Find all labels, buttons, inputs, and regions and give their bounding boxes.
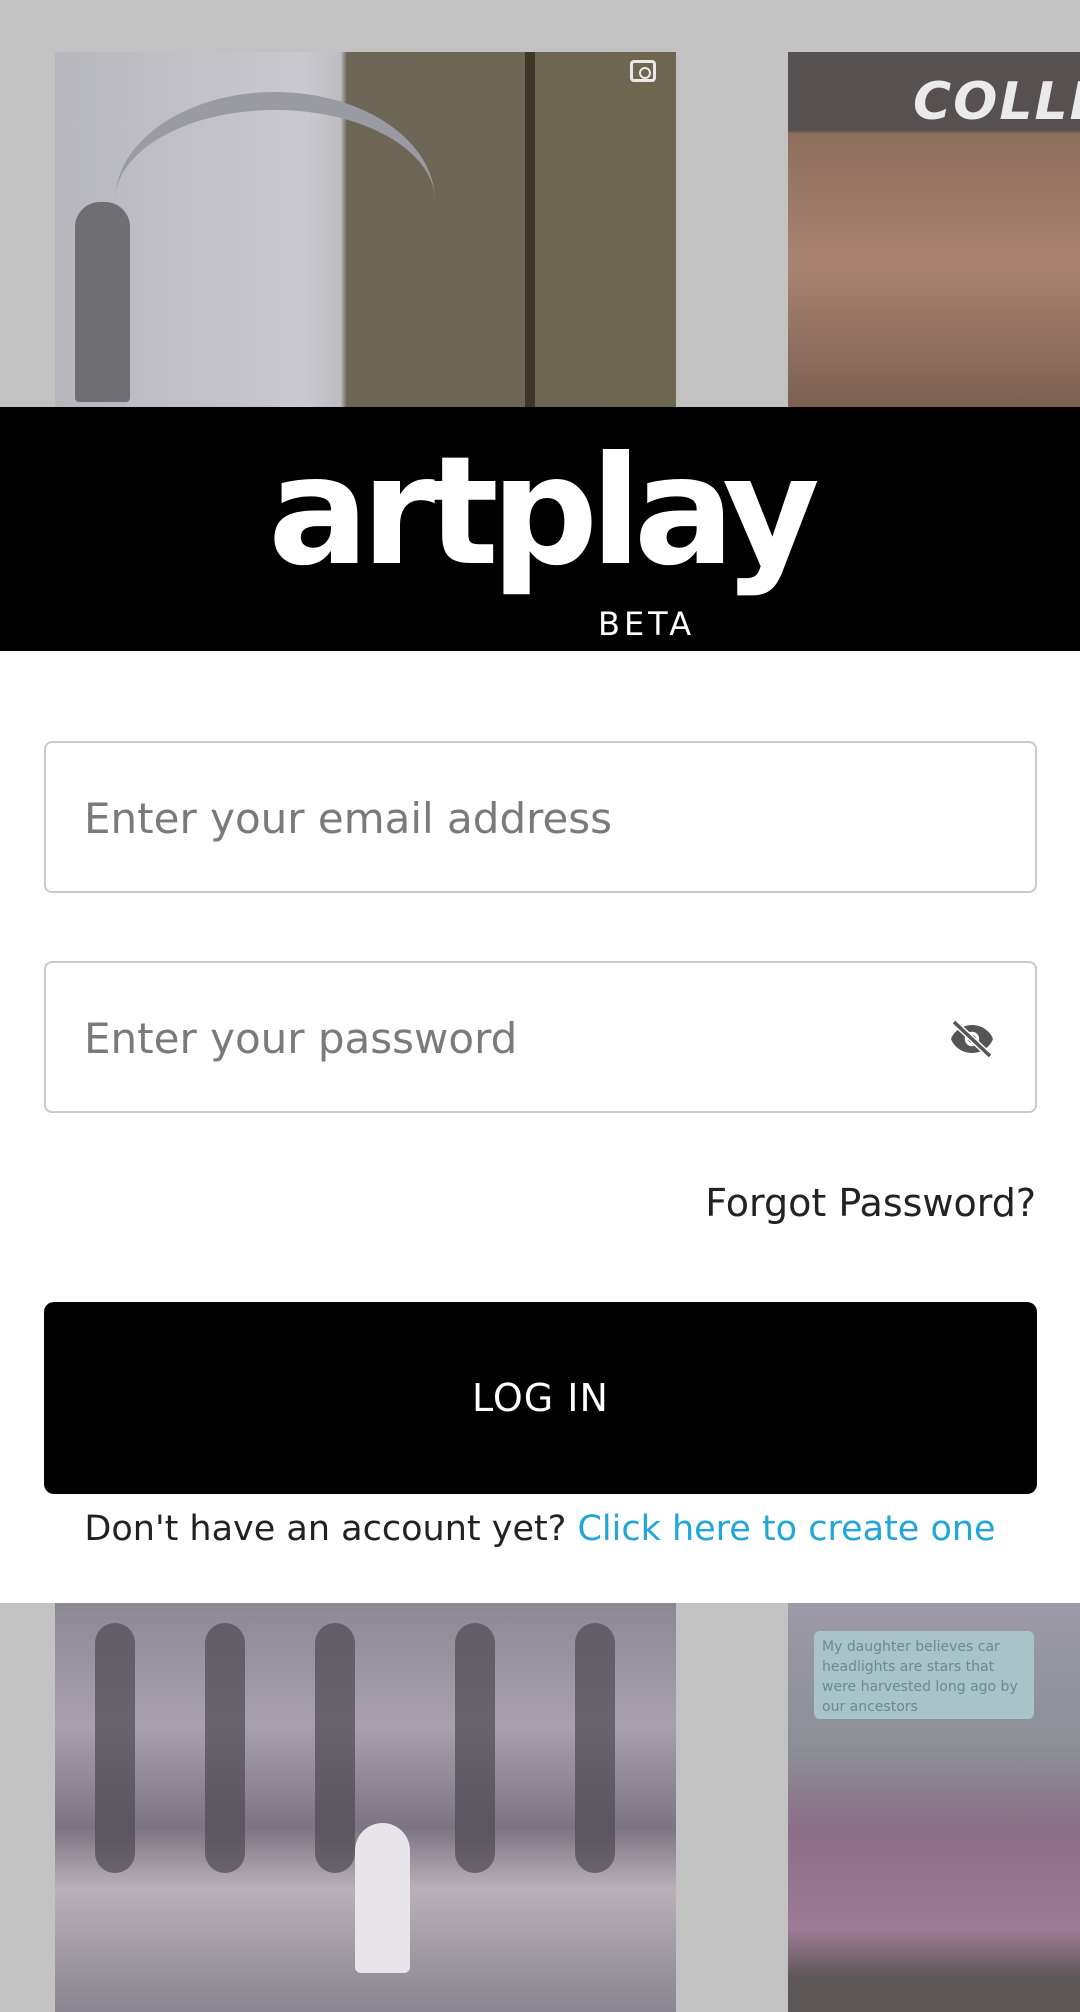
bridge-shape bbox=[115, 92, 435, 310]
background-tile-flower: My daughter believes car headlights are … bbox=[788, 1603, 1080, 2012]
person-silhouette bbox=[75, 202, 130, 402]
tree-shape bbox=[95, 1623, 135, 1873]
artplay-logo: artplay bbox=[267, 425, 820, 599]
eye-off-icon[interactable] bbox=[945, 1015, 999, 1063]
caption-bubble-text: My daughter believes car headlights are … bbox=[822, 1639, 1018, 1715]
tree-shape bbox=[455, 1623, 495, 1873]
login-card: Forgot Password? LOG IN Don't have an ac… bbox=[0, 651, 1080, 1603]
background-tile-forest bbox=[55, 1603, 676, 2012]
login-screen: COLLE My daughter believes car headlight… bbox=[0, 0, 1080, 2012]
signup-prompt-line: Don't have an account yet? Click here to… bbox=[0, 1509, 1080, 1549]
create-account-link[interactable]: Click here to create one bbox=[577, 1509, 995, 1549]
background-tile-bridge bbox=[55, 52, 676, 407]
brand-banner: artplay BETA bbox=[0, 407, 1080, 651]
beta-badge: BETA bbox=[598, 605, 696, 643]
figure-in-white bbox=[355, 1823, 410, 1973]
password-input[interactable] bbox=[82, 963, 946, 1113]
background-tile-collection: COLLE bbox=[788, 52, 1080, 407]
tile-caption: COLLE bbox=[913, 72, 1080, 132]
email-input[interactable] bbox=[82, 743, 946, 893]
email-field[interactable] bbox=[44, 741, 1037, 893]
tree-shape bbox=[575, 1623, 615, 1873]
signup-prompt-text: Don't have an account yet? bbox=[84, 1509, 567, 1549]
tree-shape bbox=[315, 1623, 355, 1873]
forgot-password-link[interactable]: Forgot Password? bbox=[705, 1181, 1036, 1225]
login-button[interactable]: LOG IN bbox=[44, 1302, 1037, 1494]
camera-icon bbox=[630, 60, 656, 82]
tree-shape bbox=[205, 1623, 245, 1873]
password-field[interactable] bbox=[44, 961, 1037, 1113]
pole-shape bbox=[525, 52, 535, 407]
